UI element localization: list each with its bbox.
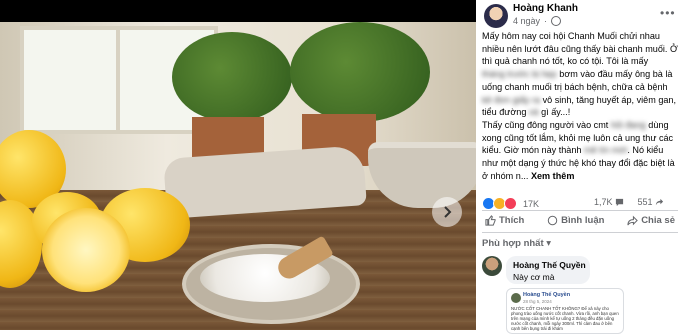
share-button-label: Chia sẻ — [641, 215, 675, 226]
next-photo-button[interactable] — [432, 197, 462, 227]
thumbs-up-icon — [485, 215, 496, 226]
author-name[interactable]: Hoàng Khanh — [513, 3, 578, 14]
comment-button-label: Bình luận — [561, 215, 605, 226]
share-arrow-icon — [655, 198, 663, 205]
blurred-text: và — [528, 107, 539, 118]
commenter-name[interactable]: Hoàng Thế Quyền — [513, 260, 586, 270]
blurred-text: hỏi đang — [610, 119, 646, 130]
blurred-text: kê đơn giấy ra — [482, 94, 541, 105]
post-time[interactable]: 4 ngày — [513, 16, 540, 26]
comment-button[interactable]: Bình luận — [544, 214, 607, 227]
share-icon — [627, 215, 638, 226]
blurred-text: tháng trước bị hẹp — [482, 69, 557, 80]
comment-count: 1,7K — [594, 197, 613, 207]
post-text: Mấy hôm nay coi hội Chanh Muối chửi nhau… — [482, 30, 678, 182]
post-text-part: Thấy cũng đông người vào cmt — [482, 119, 609, 130]
share-button[interactable]: Chia sẻ — [624, 214, 678, 227]
share-count: 551 — [637, 197, 653, 207]
chevron-right-icon — [444, 206, 452, 218]
author-avatar[interactable] — [484, 4, 508, 28]
chevron-down-icon: ▾ — [546, 238, 552, 249]
viewer-top-bar — [0, 0, 476, 22]
engagement-counts: 1,7K 551 — [594, 197, 664, 207]
comment-sort-label: Phù hợp nhất — [482, 238, 544, 249]
post-actions: Thích Bình luận Chia sẻ — [482, 214, 678, 227]
divider — [482, 232, 678, 233]
post-meta: 4 ngày · — [513, 16, 562, 26]
blurred-text: mê tín mới — [584, 145, 628, 156]
lemon-half — [42, 208, 130, 292]
attachment-date: 28 thg 5, 2024 — [523, 299, 552, 304]
comment-icon — [547, 215, 558, 226]
post-side-panel: Hoàng Khanh 4 ngày · ••• Mấy hôm nay coi… — [476, 0, 682, 334]
like-button-label: Thích — [499, 215, 525, 226]
commenter-avatar[interactable] — [482, 256, 502, 276]
comment-sort-dropdown[interactable]: Phù hợp nhất ▾ — [482, 238, 551, 249]
post-text-part: Mấy hôm nay coi hội Chanh Muối chửi nhau… — [482, 31, 678, 67]
plant-right — [290, 22, 430, 122]
comment-text: Này cơ mà — [513, 272, 555, 282]
see-more-link[interactable]: Xem thêm — [531, 171, 574, 181]
reaction-summary[interactable]: 17K — [482, 197, 539, 210]
divider — [482, 210, 678, 211]
more-options-icon[interactable]: ••• — [660, 6, 676, 20]
attachment-body: NƯỚC CỐT CHANH TỐT KHÔNG? Để xả này cho … — [511, 306, 619, 331]
attachment-avatar — [511, 293, 521, 303]
plant-left — [172, 32, 292, 122]
comment-attachment-image[interactable]: Hoàng Thế Quyền 28 thg 5, 2024 NƯỚC CỐT … — [506, 288, 624, 334]
attachment-author: Hoàng Thế Quyền — [523, 292, 571, 298]
post-text-part: gì ấy...! — [541, 107, 571, 118]
globe-icon — [551, 16, 562, 26]
comment-bubble-icon — [615, 198, 623, 206]
reaction-count: 17K — [523, 198, 540, 209]
love-reaction-icon — [504, 197, 517, 210]
comment-count-item[interactable]: 1,7K — [594, 197, 624, 207]
share-count-item[interactable]: 551 — [638, 197, 664, 207]
like-button[interactable]: Thích — [482, 214, 527, 227]
post-photo[interactable] — [0, 22, 476, 330]
